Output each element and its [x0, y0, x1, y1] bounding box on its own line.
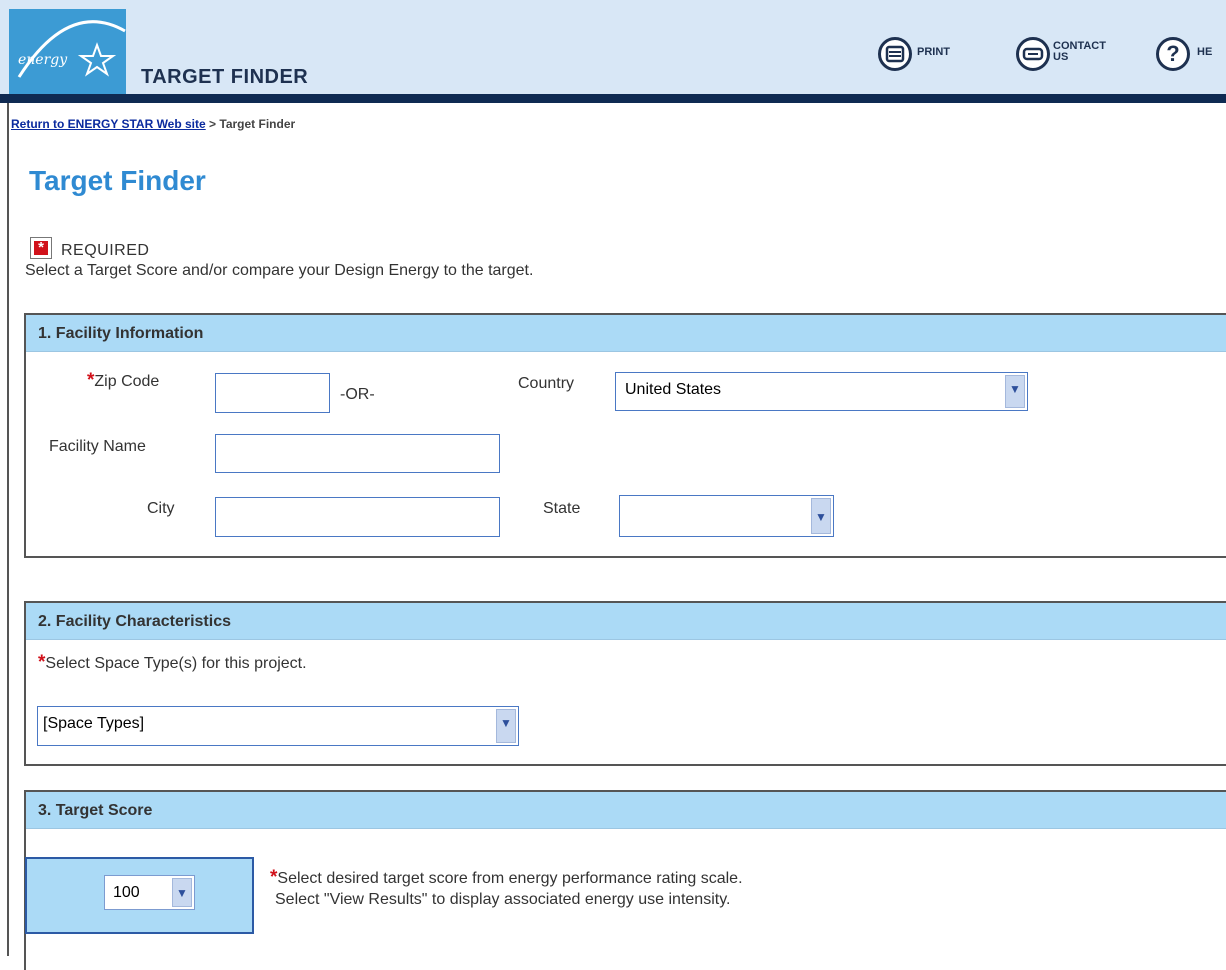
- city-label: City: [147, 500, 175, 517]
- page-title: Target Finder: [29, 165, 206, 196]
- print-link[interactable]: PRINT: [917, 47, 950, 58]
- breadcrumb: Return to ENERGY STAR Web site > Target …: [11, 117, 295, 131]
- header-divider: [0, 94, 1226, 103]
- breadcrumb-home-link[interactable]: Return to ENERGY STAR Web site: [11, 117, 206, 131]
- facility-name-input[interactable]: [215, 434, 500, 473]
- country-select[interactable]: United States ▼: [615, 372, 1028, 411]
- zip-code-input[interactable]: [215, 373, 330, 413]
- target-score-description: *Select desired target score from energy…: [270, 867, 743, 908]
- required-icon: *: [30, 237, 52, 259]
- section-title: 2. Facility Characteristics: [38, 613, 231, 630]
- contact-label-line2: US: [1053, 51, 1069, 63]
- page-left-border: [7, 103, 9, 956]
- logo-text: energy: [18, 52, 68, 68]
- target-score-value: 100: [113, 884, 140, 901]
- space-type-select[interactable]: [Space Types] ▼: [37, 706, 519, 746]
- state-select[interactable]: ▼: [619, 495, 834, 537]
- facility-name-label: Facility Name: [49, 438, 146, 455]
- chevron-down-icon[interactable]: ▼: [496, 709, 516, 743]
- section-header: 1. Facility Information: [26, 315, 1226, 352]
- space-type-prompt: *Select Space Type(s) for this project.: [38, 652, 307, 673]
- space-type-selected-value: [Space Types]: [43, 715, 145, 732]
- help-link[interactable]: HE: [1197, 47, 1212, 58]
- country-label: Country: [518, 375, 575, 392]
- section-header: 2. Facility Characteristics: [26, 603, 1226, 640]
- instructions-text: Select a Target Score and/or compare you…: [25, 262, 534, 279]
- or-label: -OR-: [340, 386, 375, 403]
- header-title: TARGET FINDER: [141, 66, 309, 88]
- breadcrumb-current: Target Finder: [219, 117, 296, 131]
- help-icon[interactable]: ?: [1156, 37, 1190, 71]
- target-score-select[interactable]: 100 ▼: [104, 875, 195, 910]
- contact-link[interactable]: CONTACT US: [1053, 41, 1106, 63]
- breadcrumb-separator: >: [205, 117, 220, 131]
- section-title: 1. Facility Information: [38, 325, 204, 342]
- section-header: 3. Target Score: [26, 792, 1226, 829]
- chevron-down-icon[interactable]: ▼: [1005, 375, 1025, 408]
- state-label: State: [543, 500, 581, 517]
- chevron-down-icon[interactable]: ▼: [172, 878, 192, 907]
- zip-code-label: *Zip Code: [87, 370, 160, 391]
- section-title: 3. Target Score: [38, 802, 153, 819]
- country-selected-value: United States: [625, 381, 722, 398]
- print-icon[interactable]: [878, 37, 912, 71]
- city-input[interactable]: [215, 497, 500, 537]
- chevron-down-icon[interactable]: ▼: [811, 498, 831, 534]
- required-label: REQUIRED: [61, 242, 150, 259]
- contact-icon[interactable]: [1016, 37, 1050, 71]
